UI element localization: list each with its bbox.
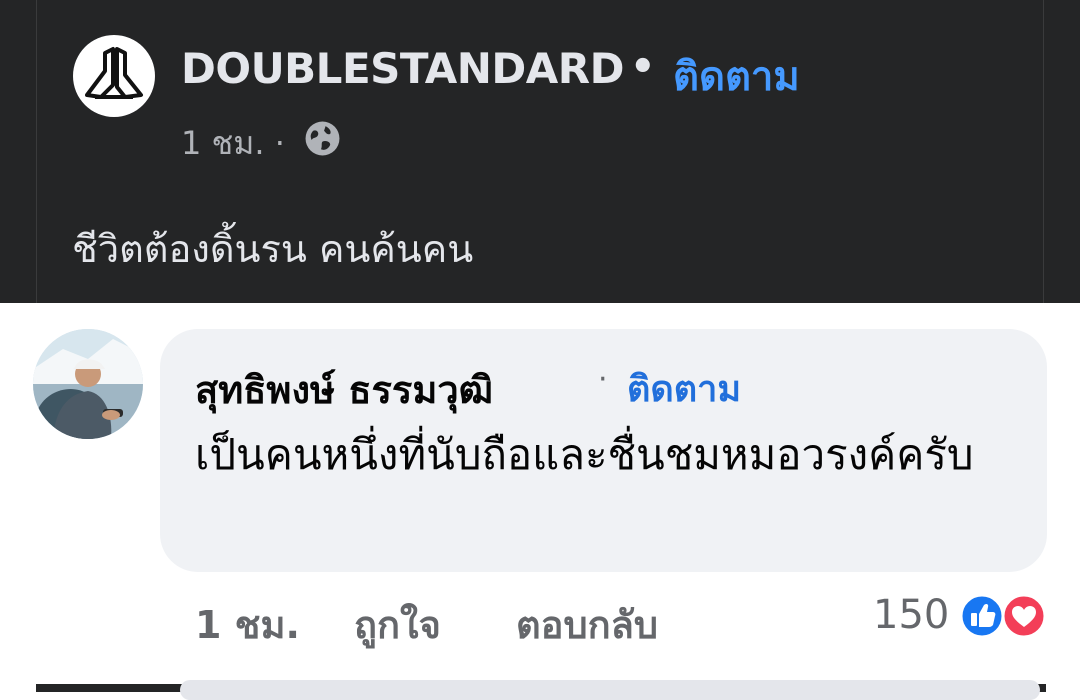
post-border-right <box>1043 0 1044 303</box>
comment-text: เป็นคนหนึ่งที่นับถือและชื่นชมหมอวรงค์ครั… <box>195 430 974 479</box>
commenter-avatar[interactable] <box>33 329 143 439</box>
reply-button[interactable]: ตอบกลับ <box>516 594 658 655</box>
avatar-photo <box>33 329 143 439</box>
post-text: ชีวิตต้องดิ้นรน คนค้นคน <box>72 227 474 271</box>
page-avatar[interactable] <box>73 35 155 117</box>
comment-author-name[interactable]: สุทธิพงษ์ ธรรมวุฒิ <box>195 359 493 420</box>
comment-timestamp[interactable]: 1 ชม. <box>195 594 300 655</box>
follow-page-button[interactable]: ติดตาม <box>673 44 800 108</box>
page-name[interactable]: DOUBLESTANDARD <box>181 44 625 93</box>
reaction-count[interactable]: 150 <box>873 592 949 638</box>
love-icon <box>1001 593 1047 639</box>
post-card: DOUBLESTANDARD • ติดตาม 1 ชม. · ชีวิตต้อ… <box>0 0 1080 303</box>
post-timestamp[interactable]: 1 ชม. · <box>181 118 285 169</box>
next-comment-bubble <box>180 680 1040 700</box>
page-logo-icon <box>85 47 143 99</box>
globe-icon <box>305 121 340 156</box>
reactions-summary[interactable] <box>958 592 1048 640</box>
like-icon <box>959 593 1005 639</box>
like-button[interactable]: ถูกใจ <box>354 594 441 655</box>
post-border-left <box>36 0 37 303</box>
follow-commenter-button[interactable]: ติดตาม <box>627 360 741 417</box>
comment-separator: · <box>598 362 608 397</box>
title-separator: • <box>630 44 656 90</box>
